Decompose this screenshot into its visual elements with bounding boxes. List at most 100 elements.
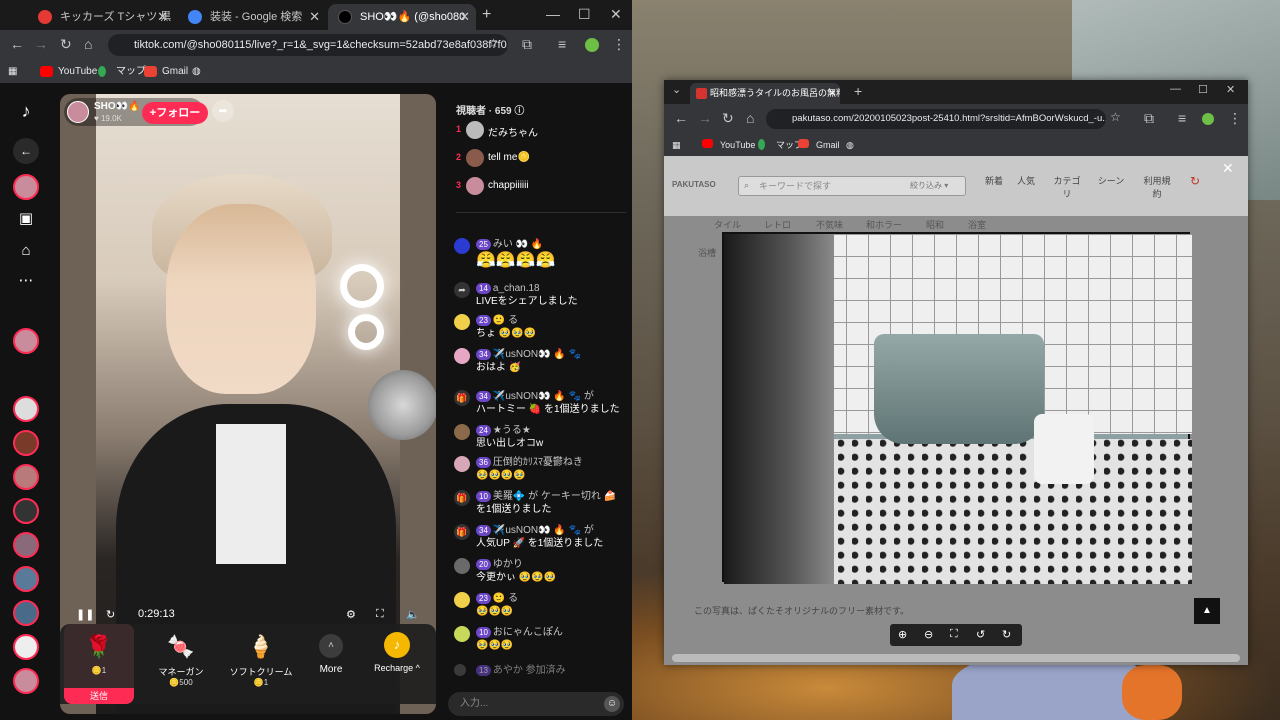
chat-input[interactable]: 入力... [448, 692, 624, 716]
explore-icon[interactable]: ⌂ [13, 238, 39, 264]
apps-icon[interactable]: ▦ [672, 137, 681, 153]
bookmark-star-icon[interactable]: ☆ [1110, 110, 1121, 124]
live-avatar[interactable] [13, 464, 39, 490]
minimize-icon[interactable]: — [546, 6, 560, 22]
minimize-icon[interactable]: — [1170, 83, 1181, 95]
globe-icon[interactable]: ◍ [846, 137, 854, 153]
tag[interactable]: 浴室 [968, 218, 986, 231]
bookmark-star-icon[interactable]: ☆ [488, 36, 499, 50]
gift-money-gun[interactable]: 🍬 マネーガン 🪙500 [146, 624, 216, 704]
close-window-icon[interactable]: ✕ [1226, 83, 1235, 96]
live-avatar[interactable] [13, 532, 39, 558]
chat-message[interactable]: 34 ✈️usNON👀 🔥 🐾 おはよ 🥳 [454, 348, 630, 378]
live-avatar[interactable] [13, 600, 39, 626]
live-avatar[interactable] [13, 328, 39, 354]
profile-avatar[interactable] [585, 38, 599, 52]
horizontal-scrollbar[interactable] [672, 654, 1240, 662]
bathroom-photo[interactable] [722, 232, 1192, 584]
follow-button[interactable]: +フォロー [142, 102, 208, 124]
address-bar[interactable]: tiktok.com/@sho080115/live?_r=1&_svg=1&c… [108, 34, 508, 56]
nav-new[interactable]: 新着 [982, 174, 1006, 187]
live-icon[interactable]: ▣ [13, 206, 39, 232]
apps-icon[interactable]: ▦ [8, 64, 17, 80]
bookmark-youtube[interactable]: YouTube [702, 137, 755, 153]
back-icon[interactable]: ← [10, 36, 24, 52]
following-avatar[interactable] [13, 174, 39, 200]
gift-rose[interactable]: 🌹 🪙1 送信 [64, 624, 134, 704]
chat-message[interactable]: 10 おにゃんこぽん 🥹🥹🥹 [454, 626, 630, 652]
streamer-info[interactable]: SHO👀🔥 ♥ 19.0K +フォロー [64, 98, 208, 126]
back-icon[interactable]: ← [13, 138, 39, 164]
chat-message[interactable]: 🎁 34 ✈️usNON👀 🔥 🐾 が人気UP 🚀 を1個送りました [454, 524, 630, 550]
fit-screen-icon[interactable]: ⛶ [950, 628, 958, 641]
chat-message[interactable]: 24 ★うる★ 思い出しオコw [454, 424, 630, 450]
menu-icon[interactable]: ⋮ [612, 36, 626, 53]
avatar[interactable] [67, 101, 89, 123]
site-logo[interactable]: PAKUTASO [672, 180, 716, 189]
extensions-icon[interactable]: ⧉ [522, 36, 532, 53]
chat-message[interactable]: 🎁 10 美羅💠 が ケーキー切れ 🍰 を1個送りました [454, 490, 630, 516]
share-icon[interactable]: ➦ [212, 100, 234, 122]
back-icon[interactable]: ← [674, 110, 688, 126]
tag[interactable]: タイル [714, 218, 741, 231]
tag[interactable]: 浴槽 [698, 246, 716, 259]
gacha-icon[interactable]: ↻ [1190, 174, 1200, 188]
live-video-player[interactable]: SHO👀🔥 ♥ 19.0K +フォロー ➦ ❚❚ ↻ 0:29:13 ⚙ ⛶ 🔈… [60, 94, 436, 714]
menu-icon[interactable]: ⋮ [1228, 110, 1242, 127]
extensions-icon[interactable]: ⧉ [1144, 110, 1154, 127]
chat-message[interactable]: 23 🙂 る 🥹🥹🥹 [454, 592, 630, 618]
bookmark-gmail[interactable]: Gmail [798, 137, 840, 153]
bookmark-maps[interactable]: マップ [758, 137, 803, 153]
nav-popular[interactable]: 人気 [1014, 174, 1038, 187]
chat-message[interactable]: ➦ 14 a_chan.18 LIVEをシェアしました [454, 282, 630, 308]
tag[interactable]: レトロ [764, 218, 791, 231]
pause-icon[interactable]: ❚❚ [76, 608, 94, 621]
scroll-to-top-button[interactable]: ▲ [1194, 598, 1220, 624]
maximize-icon[interactable]: ☐ [578, 6, 591, 23]
volume-icon[interactable]: 🔈 [406, 608, 420, 621]
more-gifts-button[interactable]: ˄ More [296, 624, 366, 704]
chat-message[interactable]: 36 圧倒的ｶﾘｽﾏ憂鬱ねき 🥹🥹🥹🥹 [454, 456, 630, 482]
rotate-left-icon[interactable]: ↺ [976, 628, 985, 641]
new-tab-button[interactable]: + [482, 6, 491, 24]
live-avatar[interactable] [13, 430, 39, 456]
tab-mercari[interactable]: キッカーズ Tシャツ 黒 - メルカリ ✕ [28, 4, 174, 30]
reading-list-icon[interactable]: ≡ [558, 36, 566, 52]
nav-terms[interactable]: 利用規約 [1140, 174, 1174, 200]
bookmark-maps[interactable]: マップ [98, 64, 146, 80]
home-icon[interactable]: ⌂ [746, 110, 754, 126]
settings-icon[interactable]: ⚙ [346, 608, 356, 621]
close-icon[interactable]: ✕ [157, 4, 168, 30]
bookmark-gmail[interactable]: Gmail [144, 64, 188, 80]
send-gift-button[interactable]: 送信 [64, 688, 134, 704]
filter-dropdown[interactable]: 絞り込み ▾ [910, 180, 948, 191]
tag[interactable]: 和ホラー [866, 218, 902, 231]
nav-scene[interactable]: シーン [1096, 174, 1126, 187]
tiktok-logo-icon[interactable]: ♪ [13, 98, 39, 124]
fullscreen-icon[interactable]: ⛶ [376, 608, 384, 621]
close-icon[interactable]: ✕ [309, 4, 320, 30]
chat-message[interactable]: 🎁 34 ✈️usNON👀 🔥 🐾 がハートミー 🍓 を1個送りました [454, 390, 630, 416]
tab-google-search[interactable]: 装装 - Google 検索 ✕ [178, 4, 326, 30]
chat-message[interactable]: 25 みい 👀 🔥 😤😤😤😤 [454, 238, 630, 274]
close-window-icon[interactable]: ✕ [610, 6, 622, 23]
rotate-right-icon[interactable]: ↻ [1002, 628, 1011, 641]
zoom-out-icon[interactable]: ⊖ [924, 628, 933, 641]
address-bar[interactable]: pakutaso.com/20200105023post-25410.html?… [766, 109, 1106, 129]
globe-icon[interactable]: ◍ [192, 64, 201, 80]
tab-search-icon[interactable]: ⌄ [672, 83, 681, 96]
bookmark-youtube[interactable]: YouTube [40, 64, 97, 80]
live-avatar[interactable] [13, 498, 39, 524]
live-avatar[interactable] [13, 396, 39, 422]
new-tab-button[interactable]: + [854, 83, 862, 99]
reload-icon[interactable]: ↻ [722, 110, 734, 127]
chat-message[interactable]: 23 🙂 るちょ 🥹🥹🥹 [454, 314, 630, 340]
gift-soft-cream[interactable]: 🍦 ソフトクリーム 🪙1 [226, 624, 296, 704]
tab-pakutaso[interactable]: 昭和感漂うタイルのお風呂の無料 ✕ [690, 83, 840, 104]
zoom-in-icon[interactable]: ⊕ [898, 628, 907, 641]
chat-message[interactable]: 20 ゆかり 今更かぃ 🥹🥹🥹 [454, 558, 630, 584]
live-avatar[interactable] [13, 668, 39, 694]
reload-icon[interactable]: ↻ [60, 36, 72, 53]
close-lightbox-icon[interactable]: ✕ [1222, 160, 1234, 177]
close-icon[interactable]: ✕ [828, 83, 836, 104]
